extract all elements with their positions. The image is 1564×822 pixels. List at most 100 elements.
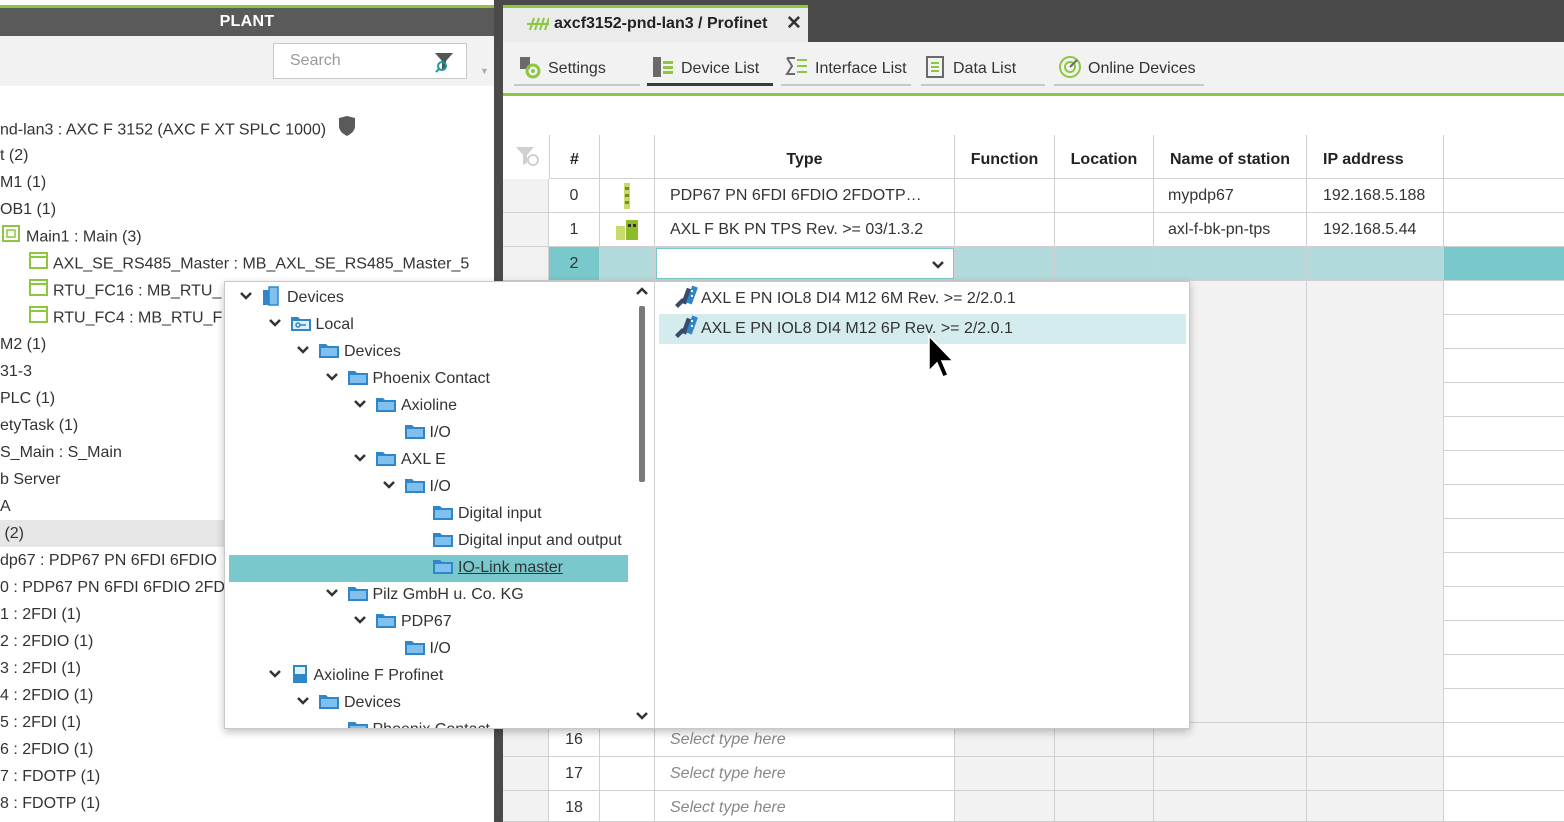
column-header-icon[interactable] — [600, 135, 655, 179]
device-type-list[interactable]: AXL E PN IOL8 DI4 M12 6M Rev. >= 2/2.0.1… — [656, 282, 1189, 728]
tree-item[interactable]: 8 : FDOTP (1) — [0, 790, 494, 817]
tab-device-list[interactable]: Device List — [647, 52, 773, 86]
station-cell[interactable]: axl-f-bk-pn-tps — [1154, 213, 1307, 247]
device-type-item-hovered[interactable]: AXL E PN IOL8 DI4 M12 6P Rev. >= 2/2.0.1 — [659, 314, 1186, 344]
row-handle[interactable] — [503, 791, 549, 822]
tab-data-list[interactable]: Data List — [921, 52, 1045, 86]
catalog-tree-item[interactable]: Digital input and output — [410, 527, 622, 554]
grid-filter-corner[interactable] — [503, 135, 549, 179]
chevron-down-icon[interactable] — [382, 473, 396, 500]
row-handle[interactable] — [503, 247, 549, 281]
column-header-function[interactable]: Function — [955, 135, 1055, 179]
type-combobox[interactable] — [656, 248, 954, 279]
tree-item[interactable]: 6 : 2FDIO (1) — [0, 736, 494, 763]
tree-item[interactable]: M1 (1) — [0, 169, 494, 196]
catalog-tree-item[interactable]: Digital input — [410, 500, 542, 527]
chevron-down-icon[interactable] — [268, 662, 282, 689]
catalog-tree-item[interactable]: Devices — [296, 689, 401, 716]
ip-cell[interactable] — [1307, 723, 1444, 757]
chevron-down-icon[interactable] — [296, 338, 310, 365]
tab-interface-list[interactable]: Interface List — [781, 52, 911, 86]
function-cell[interactable] — [955, 791, 1055, 822]
tree-item[interactable]: AXL_SE_RS485_Master : MB_AXL_SE_RS485_Ma… — [0, 250, 494, 277]
column-header-ip[interactable]: IP address — [1307, 135, 1444, 179]
tab-settings[interactable]: Settings — [514, 52, 640, 86]
station-cell[interactable] — [1154, 247, 1307, 281]
column-header-index[interactable]: # — [549, 135, 600, 179]
tree-item[interactable]: 7 : FDOTP (1) — [0, 763, 494, 790]
ip-cell[interactable]: 192.168.5.188 — [1307, 179, 1444, 213]
chevron-down-icon[interactable] — [325, 581, 339, 608]
folder-icon — [347, 370, 369, 387]
location-cell[interactable] — [1055, 757, 1154, 791]
catalog-tree-item[interactable]: Axioline F Profinet — [268, 662, 443, 689]
catalog-tree-item[interactable]: Phoenix Contact — [325, 716, 490, 728]
scroll-up-icon[interactable] — [635, 285, 649, 297]
catalog-tree-item[interactable]: Devices — [296, 338, 401, 365]
type-cell[interactable] — [655, 247, 955, 281]
plant-search-box[interactable] — [273, 43, 467, 79]
location-cell[interactable] — [1055, 247, 1154, 281]
collapse-arrow-icon[interactable]: ▼ — [480, 66, 489, 76]
catalog-tree-item[interactable]: I/O — [382, 419, 451, 446]
column-header-location[interactable]: Location — [1055, 135, 1154, 179]
catalog-tree-item[interactable]: Axioline — [353, 392, 457, 419]
plant-search-input[interactable] — [274, 44, 424, 78]
ip-cell[interactable] — [1307, 757, 1444, 791]
chevron-down-icon[interactable] — [353, 446, 367, 473]
catalog-tree-item[interactable]: Phoenix Contact — [325, 365, 490, 392]
row-handle[interactable] — [503, 757, 549, 791]
column-header-station[interactable]: Name of station — [1154, 135, 1307, 179]
catalog-tree-item[interactable]: AXL E — [353, 446, 446, 473]
catalog-tree-item[interactable]: I/O — [382, 635, 451, 662]
chevron-down-icon[interactable] — [325, 365, 339, 392]
column-header-type[interactable]: Type — [655, 135, 955, 179]
function-cell[interactable] — [955, 213, 1055, 247]
station-cell[interactable]: mypdp67 — [1154, 179, 1307, 213]
catalog-tree-scrollbar[interactable] — [639, 306, 645, 482]
function-cell[interactable] — [955, 757, 1055, 791]
ip-cell[interactable] — [1307, 791, 1444, 822]
catalog-tree-item-selected[interactable]: IO-Link master — [410, 554, 563, 581]
tree-item[interactable]: OB1 (1) — [0, 196, 494, 223]
chevron-down-icon[interactable] — [268, 311, 282, 338]
function-cell[interactable] — [955, 179, 1055, 213]
row-index: 2 — [549, 247, 600, 281]
tab-online-devices[interactable]: Online Devices — [1054, 52, 1204, 86]
chevron-down-icon[interactable] — [353, 608, 367, 635]
catalog-tree-item[interactable]: Devices — [239, 284, 344, 311]
type-cell[interactable]: AXL F BK PN TPS Rev. >= 03/1.3.2 — [655, 213, 955, 247]
location-cell[interactable] — [1055, 179, 1154, 213]
chevron-down-icon[interactable] — [296, 689, 310, 716]
catalog-tree-item[interactable]: Pilz GmbH u. Co. KG — [325, 581, 524, 608]
editor-tab[interactable]: axcf3152-pnd-lan3 / Profinet ✕ — [503, 5, 808, 42]
catalog-tree-item[interactable]: PDP67 — [353, 608, 452, 635]
filter-icon[interactable] — [432, 50, 456, 74]
tree-item[interactable]: nd-lan3 : AXC F 3152 (AXC F XT SPLC 1000… — [0, 115, 494, 142]
ip-cell[interactable]: 192.168.5.44 — [1307, 213, 1444, 247]
tree-item[interactable]: t (2) — [0, 142, 494, 169]
type-cell[interactable]: Select type here — [655, 791, 955, 822]
chevron-down-icon[interactable] — [931, 260, 945, 270]
location-cell[interactable] — [1055, 791, 1154, 822]
catalog-tree-item[interactable]: Local — [268, 311, 354, 338]
catalog-tree-label: Axioline — [401, 397, 458, 414]
station-cell[interactable] — [1154, 791, 1307, 822]
row-handle[interactable] — [503, 213, 549, 247]
station-cell[interactable] — [1154, 757, 1307, 791]
device-type-dropdown[interactable]: Devices Local Devices Phoenix Contact Axioli… — [224, 281, 1190, 729]
function-cell[interactable] — [955, 247, 1055, 281]
row-handle[interactable] — [503, 179, 549, 213]
catalog-tree-item[interactable]: I/O — [382, 473, 451, 500]
chevron-down-icon[interactable] — [239, 284, 253, 311]
type-cell[interactable]: Select type here — [655, 757, 955, 791]
type-cell[interactable]: PDP67 PN 6FDI 6FDIO 2FDOTP… — [655, 179, 955, 213]
tree-item[interactable]: Main1 : Main (3) — [0, 223, 494, 250]
scroll-down-icon[interactable] — [635, 710, 649, 722]
device-type-item[interactable]: AXL E PN IOL8 DI4 M12 6M Rev. >= 2/2.0.1 — [659, 284, 1186, 314]
location-cell[interactable] — [1055, 213, 1154, 247]
catalog-tree[interactable]: Devices Local Devices Phoenix Contact Axioli… — [225, 282, 655, 728]
chevron-down-icon[interactable] — [353, 392, 367, 419]
close-icon[interactable]: ✕ — [786, 12, 802, 35]
ip-cell[interactable] — [1307, 247, 1444, 281]
